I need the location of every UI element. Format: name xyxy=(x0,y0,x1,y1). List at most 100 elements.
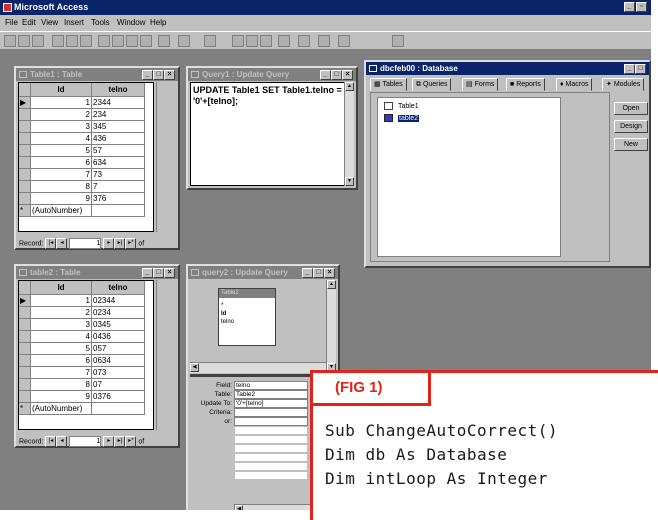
cell-telno[interactable]: 345 xyxy=(91,120,145,133)
sql-editor[interactable]: UPDATE Table1 SET Table1.telno = '0'+[te… xyxy=(190,82,346,186)
record-number-input[interactable]: 1 xyxy=(69,436,102,447)
grid-cell[interactable] xyxy=(234,462,308,471)
table-row[interactable]: 3 0345 xyxy=(19,318,145,331)
cell-id[interactable]: 4 xyxy=(30,330,92,343)
menu-help[interactable]: Help xyxy=(150,18,166,27)
office-assistant-icon[interactable] xyxy=(338,35,350,47)
prev-record-button[interactable]: ◂ xyxy=(56,238,68,249)
database-window[interactable]: dbcfeb00 : Database _ □ ▦ Tables ⧉ Queri… xyxy=(364,60,651,268)
grid-cell[interactable] xyxy=(234,444,308,453)
list-item-table2[interactable]: table2 xyxy=(384,114,420,122)
cell-telno[interactable]: 057 xyxy=(91,342,145,355)
table-row[interactable]: 7 073 xyxy=(19,366,145,379)
menu-window[interactable]: Window xyxy=(117,18,145,27)
table-row[interactable]: 6 0634 xyxy=(19,354,145,367)
restore-button[interactable]: ▫ xyxy=(636,2,647,12)
table-row-new[interactable]: * (AutoNumber) xyxy=(19,204,145,217)
cut-icon[interactable] xyxy=(98,35,110,47)
properties-icon[interactable] xyxy=(246,35,258,47)
close-button[interactable]: × xyxy=(324,268,335,278)
grid-cell[interactable] xyxy=(234,453,308,462)
table1-scrollbar[interactable] xyxy=(156,82,166,232)
table2-scrollbar[interactable] xyxy=(156,280,166,430)
tab-modules[interactable]: ✦ Modules xyxy=(602,78,645,91)
table1-datasheet[interactable]: Id telno ▶ 1 2344 2 234 3 345 4 436 5 57 6 634 7 73 8 7 9 37… xyxy=(18,82,154,232)
cell-telno[interactable]: 02344 xyxy=(91,294,145,307)
field-id[interactable]: Id xyxy=(219,310,275,318)
cell-id[interactable]: 2 xyxy=(30,306,92,319)
cell-telno[interactable] xyxy=(91,402,145,415)
table-row[interactable]: 5 57 xyxy=(19,144,145,157)
query2-titlebar[interactable]: query2 : Update Query _ □ × xyxy=(188,266,338,279)
maximize-button[interactable]: □ xyxy=(313,268,324,278)
scroll-up-arrow[interactable]: ▲ xyxy=(345,82,354,91)
menu-view[interactable]: View xyxy=(41,18,58,27)
scroll-left-arrow[interactable]: ◀ xyxy=(235,505,243,510)
cell-telno[interactable]: 0345 xyxy=(91,318,145,331)
tab-queries[interactable]: ⧉ Queries xyxy=(412,78,452,91)
cell-id[interactable]: 7 xyxy=(30,366,92,379)
grid-cell[interactable] xyxy=(234,471,308,480)
row-selector[interactable]: ▶ xyxy=(19,294,31,307)
cell-id[interactable]: 9 xyxy=(30,390,92,403)
cell-id[interactable]: 8 xyxy=(30,180,92,193)
new-record-button[interactable]: ▸* xyxy=(125,238,137,249)
table-row[interactable]: 4 436 xyxy=(19,132,145,145)
last-record-button[interactable]: ▸| xyxy=(114,436,126,447)
maximize-button[interactable]: □ xyxy=(635,64,646,74)
paste-icon[interactable] xyxy=(126,35,138,47)
cell-id[interactable]: 5 xyxy=(30,342,92,355)
table-row[interactable]: ▶ 1 02344 xyxy=(19,294,145,307)
grid-cell[interactable] xyxy=(234,426,308,435)
column-header[interactable]: telno xyxy=(91,281,145,295)
office-links-icon[interactable] xyxy=(178,35,190,47)
print-icon[interactable] xyxy=(52,35,64,47)
cell-id[interactable]: 7 xyxy=(30,168,92,181)
minimize-button[interactable]: _ xyxy=(624,64,635,74)
row-selector[interactable] xyxy=(19,318,31,331)
cell-id[interactable]: 3 xyxy=(30,318,92,331)
grid-cell[interactable]: telno xyxy=(234,381,308,390)
new-button[interactable]: New xyxy=(614,138,648,151)
cell-telno[interactable]: 2344 xyxy=(91,96,145,109)
minimize-button[interactable]: _ xyxy=(624,2,635,12)
cell-id[interactable]: (AutoNumber) xyxy=(30,204,92,217)
cell-telno[interactable]: 376 xyxy=(91,192,145,205)
row-selector[interactable] xyxy=(19,354,31,367)
table-row[interactable]: 2 234 xyxy=(19,108,145,121)
cell-id[interactable]: 3 xyxy=(30,120,92,133)
maximize-button[interactable]: □ xyxy=(331,70,342,80)
cell-id[interactable]: 6 xyxy=(30,156,92,169)
query1-scrollbar[interactable]: ▲ ▼ xyxy=(344,82,354,186)
row-selector[interactable] xyxy=(19,108,31,121)
tab-reports[interactable]: ■ Reports xyxy=(506,78,545,91)
field-telno[interactable]: telno xyxy=(219,318,275,326)
print-preview-icon[interactable] xyxy=(66,35,78,47)
table2-window[interactable]: table2 : Table _ □ × Id telno ▶ 1 02344 2 0234… xyxy=(14,264,180,448)
minimize-button[interactable]: _ xyxy=(302,268,313,278)
design-button[interactable]: Design xyxy=(614,120,648,133)
cell-id[interactable]: 5 xyxy=(30,144,92,157)
table1-titlebar[interactable]: Table1 : Table _ □ × xyxy=(16,68,178,81)
table-row[interactable]: 3 345 xyxy=(19,120,145,133)
close-button[interactable]: × xyxy=(164,70,175,80)
close-button[interactable]: × xyxy=(164,268,175,278)
cell-telno[interactable]: 073 xyxy=(91,366,145,379)
table-row[interactable]: ▶ 1 2344 xyxy=(19,96,145,109)
row-selector[interactable]: ▶ xyxy=(19,96,31,109)
new-object-icon[interactable] xyxy=(278,35,290,47)
next-record-button[interactable]: ▸ xyxy=(103,436,115,447)
last-record-button[interactable]: ▸| xyxy=(114,238,126,249)
cell-telno[interactable]: 73 xyxy=(91,168,145,181)
row-selector[interactable] xyxy=(19,306,31,319)
cell-id[interactable]: 4 xyxy=(30,132,92,145)
column-header[interactable]: Id xyxy=(30,83,92,97)
first-record-button[interactable]: |◂ xyxy=(45,436,57,447)
analyze-icon[interactable] xyxy=(204,35,216,47)
row-selector[interactable] xyxy=(19,366,31,379)
scroll-down-arrow[interactable]: ▼ xyxy=(345,177,354,186)
tab-tables[interactable]: ▦ Tables xyxy=(370,78,407,91)
undo-icon[interactable] xyxy=(158,35,170,47)
cell-id[interactable]: 1 xyxy=(30,294,92,307)
help-icon[interactable] xyxy=(392,35,404,47)
